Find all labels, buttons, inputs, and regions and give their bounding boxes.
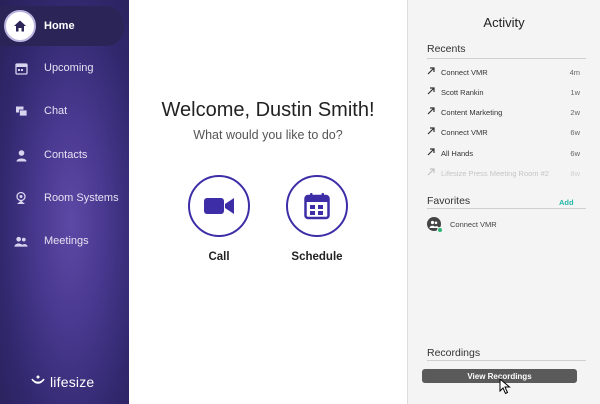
- sidebar-item-meetings[interactable]: Meetings: [0, 223, 129, 259]
- recent-item[interactable]: Content Marketing 2w: [427, 105, 580, 119]
- recent-item-time: 8w: [570, 168, 580, 178]
- main-content: Welcome, Dustin Smith! What would you li…: [129, 0, 407, 404]
- mouse-pointer-icon: [499, 378, 511, 395]
- outgoing-arrow-icon: [427, 127, 437, 137]
- sidebar-item-label: Chat: [44, 105, 68, 117]
- outgoing-arrow-icon: [427, 168, 437, 178]
- recent-item[interactable]: All Hands 6w: [427, 146, 580, 160]
- online-status-dot: [437, 227, 443, 233]
- recent-item-name: All Hands: [441, 148, 474, 158]
- welcome-heading: Welcome, Dustin Smith!: [161, 99, 375, 121]
- recent-item[interactable]: Connect VMR 6w: [427, 125, 580, 139]
- recent-item-name: Connect VMR: [441, 127, 488, 137]
- activity-title: Activity: [483, 15, 525, 30]
- logo-text: lifesize: [50, 374, 95, 390]
- add-favorite-link[interactable]: Add: [559, 198, 574, 207]
- room-system-icon: [14, 191, 28, 205]
- outgoing-arrow-icon: [427, 67, 437, 77]
- recordings-title: Recordings: [427, 347, 481, 359]
- sidebar-item-room-systems[interactable]: Room Systems: [0, 180, 129, 216]
- contact-icon: [14, 148, 28, 162]
- schedule-label: Schedule: [291, 251, 343, 263]
- sidebar: Home Upcoming Chat Contacts Room Systems…: [0, 0, 129, 404]
- sidebar-item-label: Meetings: [44, 235, 89, 247]
- sidebar-item-contacts[interactable]: Contacts: [0, 137, 129, 173]
- outgoing-arrow-icon: [427, 107, 437, 117]
- sidebar-item-label: Upcoming: [44, 62, 94, 74]
- schedule-action[interactable]: Schedule: [285, 175, 349, 263]
- calendar-icon: [304, 193, 330, 220]
- recent-item-time: 4m: [569, 67, 580, 77]
- sidebar-item-chat[interactable]: Chat: [0, 93, 129, 129]
- recordings-divider: [427, 360, 586, 361]
- schedule-button[interactable]: [286, 175, 348, 237]
- recent-item[interactable]: Scott Rankin 1w: [427, 85, 580, 99]
- favorites-divider: [427, 208, 586, 209]
- call-action[interactable]: Call: [187, 175, 251, 263]
- lifesize-logo: lifesize: [30, 374, 94, 390]
- recent-item-name: Content Marketing: [441, 107, 503, 117]
- recent-item-time: 6w: [570, 148, 580, 158]
- call-label: Call: [208, 251, 230, 263]
- favorites-title: Favorites: [427, 195, 471, 207]
- recent-item-time: 6w: [570, 127, 580, 137]
- sidebar-item-label: Room Systems: [44, 192, 119, 204]
- favorite-item[interactable]: Connect VMR: [427, 216, 497, 233]
- welcome-subtitle: What would you like to do?: [193, 128, 343, 142]
- recent-item[interactable]: Lifesize Press Meeting Room #2 8w: [427, 166, 580, 180]
- sidebar-item-label: Contacts: [44, 149, 88, 161]
- meetings-icon: [14, 234, 28, 248]
- recent-item-name: Scott Rankin: [441, 87, 484, 97]
- recent-item[interactable]: Connect VMR 4m: [427, 65, 580, 79]
- recent-item-name: Connect VMR: [441, 67, 488, 77]
- recents-divider: [427, 58, 586, 59]
- video-camera-icon: [204, 198, 234, 214]
- sidebar-item-upcoming[interactable]: Upcoming: [0, 50, 129, 86]
- recent-item-time: 2w: [570, 107, 580, 117]
- sidebar-item-home[interactable]: Home: [0, 6, 124, 46]
- sidebar-item-label: Home: [44, 20, 75, 32]
- recent-item-name: Lifesize Press Meeting Room #2: [441, 168, 549, 178]
- outgoing-arrow-icon: [427, 87, 437, 97]
- calendar-icon: [14, 61, 28, 75]
- avatar: [427, 217, 443, 233]
- recents-title: Recents: [427, 43, 466, 55]
- home-icon: [4, 10, 36, 42]
- chat-icon: [14, 104, 28, 118]
- favorite-item-name: Connect VMR: [450, 219, 497, 229]
- recent-item-time: 1w: [570, 87, 580, 97]
- activity-panel: Activity Recents Connect VMR 4m Scott Ra…: [408, 0, 600, 404]
- outgoing-arrow-icon: [427, 148, 437, 158]
- call-button[interactable]: [188, 175, 250, 237]
